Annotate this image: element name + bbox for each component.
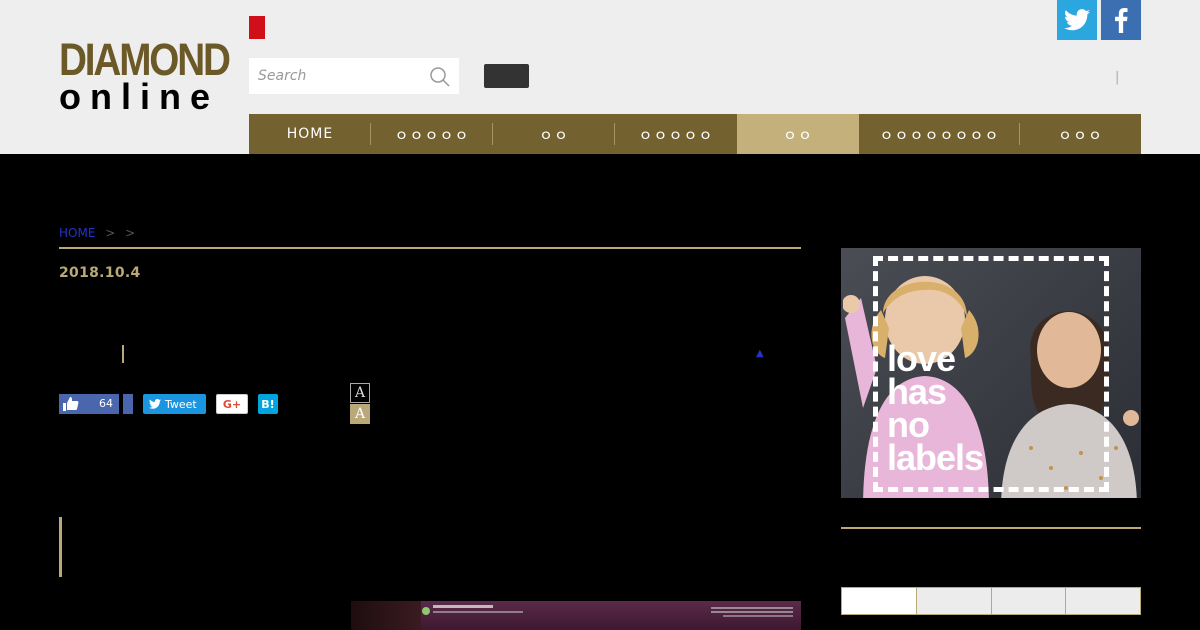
header-separator: | (1115, 70, 1120, 85)
font-size-small-label: A (354, 385, 366, 401)
nav-item-2[interactable]: ｏｏｏｏｏ (371, 114, 493, 154)
logo-line-diamond: DIAMOND (59, 34, 231, 85)
sidebar-ad[interactable]: love has no labels (841, 248, 1141, 498)
main-nav: HOME ｏｏｏｏｏ ｏｏ ｏｏｏｏｏ ｏｏ ｏｏｏｏｏｏｏｏ ｏｏｏ (249, 114, 1141, 154)
sidebar-rule (841, 527, 1141, 529)
red-marker (249, 16, 265, 39)
thumbs-up-icon (63, 397, 79, 411)
sidebar-tabs (841, 587, 1141, 615)
image-caption-line (723, 615, 793, 617)
nav-item-label: ｏｏｏ (1058, 127, 1103, 143)
tweet-label: Tweet (165, 397, 197, 411)
author-divider (122, 345, 124, 363)
hatena-bookmark-button[interactable]: B! (258, 394, 278, 414)
nav-item-5-active[interactable]: ｏｏ (737, 114, 859, 154)
nav-item-7[interactable]: ｏｏｏ (1020, 114, 1141, 154)
nav-item-3[interactable]: ｏｏ (493, 114, 615, 154)
header-dark-button[interactable] (484, 64, 529, 88)
hatena-label: B! (261, 397, 275, 411)
sidebar-tab-3[interactable] (991, 588, 1067, 614)
article-image (351, 601, 801, 630)
sidebar-tab-1[interactable] (842, 588, 917, 614)
image-caption-line (433, 611, 523, 613)
article-date: 2018.10.4 (59, 265, 141, 281)
breadcrumb: HOME > > (59, 226, 135, 240)
facebook-f-icon (1115, 7, 1128, 33)
nav-item-label: ｏｏｏｏｏｏｏｏ (879, 127, 1000, 143)
nav-item-label: ｏｏｏｏｏ (638, 127, 714, 143)
image-logo-mark (422, 607, 430, 615)
font-size-small-button[interactable]: A (350, 383, 370, 403)
nav-item-4[interactable]: ｏｏｏｏｏ (615, 114, 737, 154)
nav-item-6[interactable]: ｏｏｏｏｏｏｏｏ (859, 114, 1020, 154)
site-logo[interactable]: DIAMOND online (59, 34, 231, 117)
image-caption-line (711, 607, 793, 609)
font-size-large-label: A (354, 406, 366, 422)
search-icon[interactable] (429, 66, 451, 88)
search-box[interactable] (249, 58, 459, 94)
facebook-like-button[interactable]: 64 (59, 394, 119, 414)
image-caption-line (711, 611, 793, 613)
sidebar-tab-2[interactable] (916, 588, 992, 614)
ad-headline: love has no labels (887, 341, 984, 478)
search-input[interactable] (249, 58, 419, 94)
like-count: 64 (99, 397, 113, 410)
sidebar-tab-4[interactable] (1066, 588, 1140, 614)
nav-item-label: HOME (286, 126, 334, 142)
image-caption-line (433, 605, 493, 608)
breadcrumb-separator: > (105, 226, 116, 240)
image-edge (351, 601, 421, 630)
font-size-large-button[interactable]: A (350, 404, 370, 424)
triangle-up-icon[interactable]: ▲ (756, 348, 764, 359)
breadcrumb-rule (59, 247, 801, 249)
tweet-button[interactable]: Tweet (143, 394, 206, 414)
twitter-bird-icon (149, 399, 161, 409)
nav-item-home[interactable]: HOME (249, 114, 371, 154)
nav-item-label: ｏｏ (783, 127, 813, 143)
facebook-button[interactable] (1101, 0, 1141, 40)
section-heading-bar (59, 517, 62, 577)
ad-headline-line: labels (887, 437, 984, 478)
breadcrumb-home-link[interactable]: HOME (59, 226, 95, 240)
twitter-bird-icon (1064, 9, 1090, 31)
twitter-button[interactable] (1057, 0, 1097, 40)
google-plus-label: G+ (222, 397, 242, 411)
logo-line-online: online (59, 76, 219, 117)
breadcrumb-separator: > (125, 226, 136, 240)
google-plus-button[interactable]: G+ (216, 394, 248, 414)
nav-item-label: ｏｏ (539, 127, 569, 143)
facebook-share-button[interactable] (123, 394, 133, 414)
nav-item-label: ｏｏｏｏｏ (394, 127, 470, 143)
